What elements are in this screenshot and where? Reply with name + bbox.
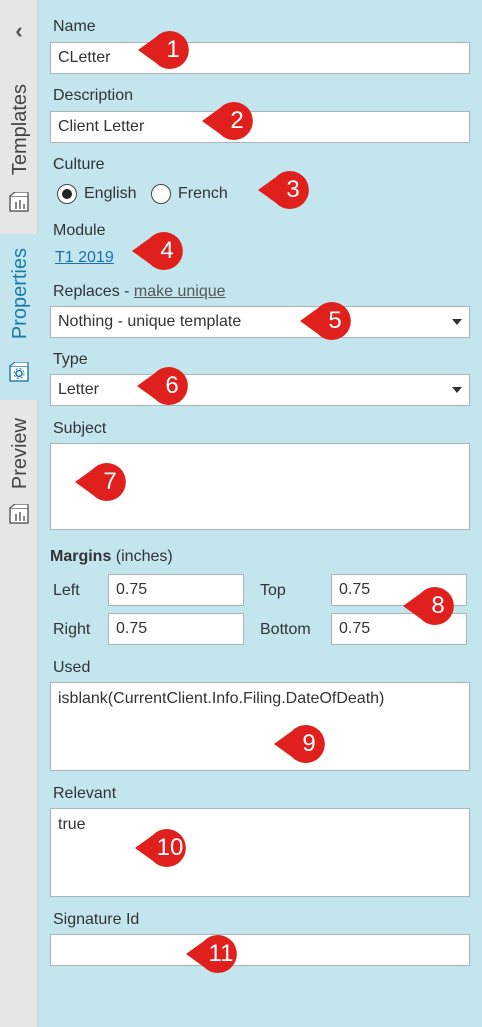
signature-id-input[interactable] [50, 934, 470, 966]
type-select-value: Letter [58, 381, 99, 398]
side-tab-strip: ‹ Templates Properties Preview [0, 0, 39, 1027]
tab-templates[interactable]: Templates [0, 80, 38, 230]
culture-option-english-label: English [84, 185, 137, 202]
tab-properties[interactable]: Properties [0, 234, 39, 400]
dropdown-arrow-icon [452, 319, 462, 325]
properties-icon [9, 362, 29, 382]
radio-unselected-icon [151, 184, 171, 204]
callout-marker: 11 [186, 933, 242, 975]
replaces-label: Replaces - make unique [53, 283, 226, 301]
callout-marker: 1 [138, 29, 194, 71]
callout-marker: 4 [132, 230, 188, 272]
margins-heading: Margins (inches) [50, 548, 173, 566]
culture-radio-english[interactable]: English [57, 183, 136, 205]
callout-marker: 8 [403, 585, 459, 627]
subject-label: Subject [53, 420, 107, 437]
margin-left-input[interactable]: 0.75 [108, 574, 244, 606]
callout-marker: 5 [300, 300, 356, 342]
tab-preview[interactable]: Preview [0, 404, 38, 534]
name-label: Name [53, 18, 96, 35]
culture-option-french-label: French [178, 185, 228, 202]
type-label: Type [53, 351, 88, 368]
replaces-select[interactable]: Nothing - unique template [50, 306, 470, 338]
relevant-textarea[interactable]: true [50, 808, 470, 897]
preview-icon [9, 504, 29, 524]
description-label: Description [53, 87, 134, 104]
callout-marker: 9 [274, 723, 330, 765]
used-label: Used [53, 659, 91, 676]
relevant-label: Relevant [53, 785, 117, 802]
callout-marker: 2 [202, 100, 258, 142]
margin-bottom-label: Bottom [260, 621, 311, 638]
margins-unit: (inches) [111, 548, 173, 565]
margins-title: Margins [50, 548, 112, 565]
margin-right-label: Right [53, 621, 91, 638]
collapse-panel-icon[interactable]: ‹ [8, 18, 30, 44]
radio-selected-icon [57, 184, 77, 204]
signature-id-label: Signature Id [53, 911, 140, 928]
dropdown-arrow-icon [452, 387, 462, 393]
tab-preview-label: Preview [9, 418, 31, 490]
name-input[interactable]: CLetter [50, 42, 470, 74]
description-input[interactable]: Client Letter [50, 111, 470, 143]
module-link[interactable]: T1 2019 [55, 249, 114, 267]
replaces-label-text: Replaces - [53, 283, 134, 300]
callout-marker: 3 [258, 169, 314, 211]
culture-radio-french[interactable]: French [151, 183, 228, 205]
type-select[interactable]: Letter [50, 374, 470, 406]
template-icon [9, 192, 29, 212]
margin-top-label: Top [260, 582, 286, 599]
used-textarea[interactable]: isblank(CurrentClient.Info.Filing.DateOf… [50, 682, 470, 771]
tab-properties-label: Properties [9, 248, 31, 340]
replaces-select-value: Nothing - unique template [58, 313, 242, 330]
margin-left-label: Left [53, 582, 80, 599]
callout-marker: 7 [75, 461, 131, 503]
tab-templates-label: Templates [9, 84, 31, 176]
margin-right-input[interactable]: 0.75 [108, 613, 244, 645]
make-unique-link[interactable]: make unique [134, 283, 226, 300]
callout-marker: 10 [135, 827, 191, 869]
culture-label: Culture [53, 156, 105, 173]
module-label: Module [53, 222, 106, 239]
callout-marker: 6 [137, 365, 193, 407]
